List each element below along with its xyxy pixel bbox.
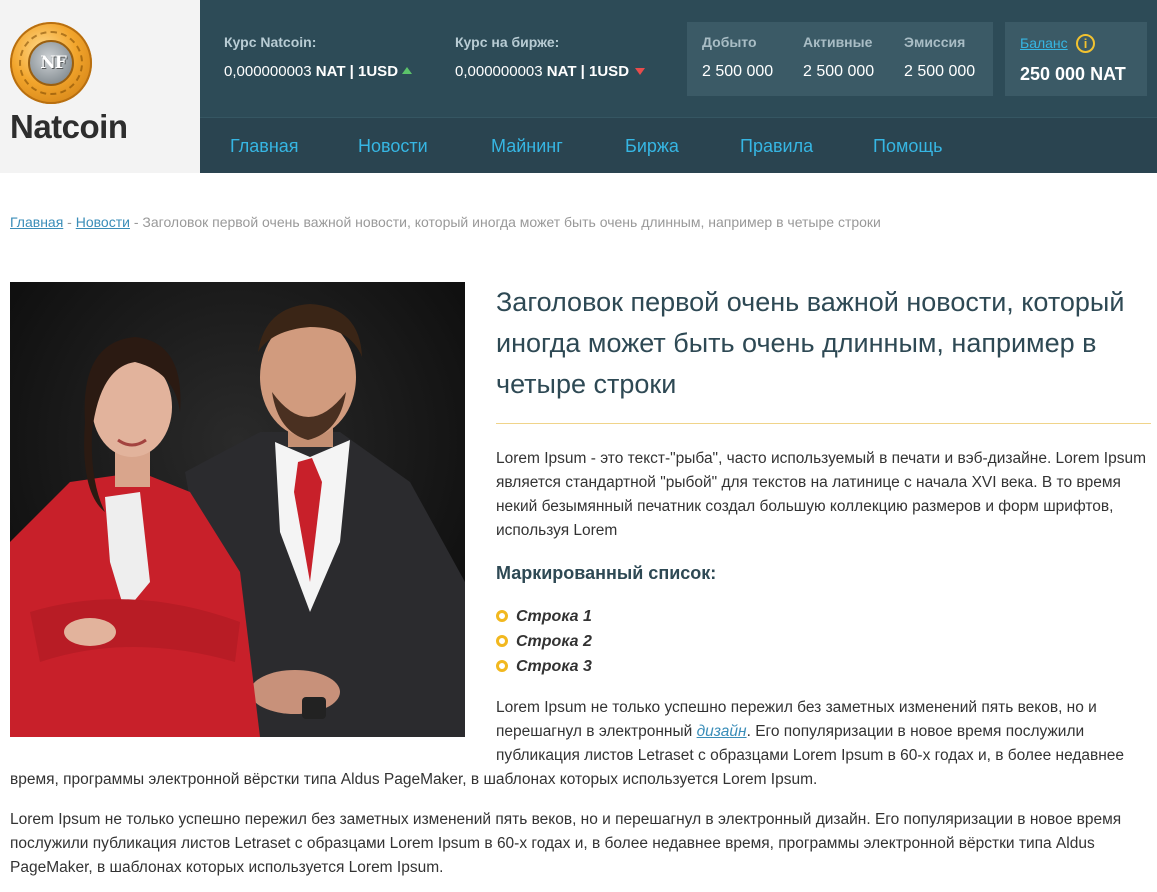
breadcrumb-current: Заголовок первой очень важной новости, к… xyxy=(142,214,881,230)
logo-area[interactable]: NF Natcoin xyxy=(0,0,200,173)
nav-item-home[interactable]: Главная xyxy=(230,136,299,157)
main-nav: Главная Новости Майнинг Биржа Правила По… xyxy=(200,117,1157,173)
bullet-icon xyxy=(496,635,508,647)
article-paragraph-2-continued: время, программы электронной вёрстки тип… xyxy=(10,771,818,788)
article-title: Заголовок первой очень важной новости, к… xyxy=(496,287,1125,399)
list-heading: Маркированный список: xyxy=(496,563,717,583)
nav-item-help[interactable]: Помощь xyxy=(873,136,943,157)
site-header: NF Natcoin Курс Natcoin: 0,000000003 NAT… xyxy=(0,0,1157,173)
list-item: Строка 3 xyxy=(496,654,592,679)
article-image xyxy=(10,282,465,737)
list-item: Строка 2 xyxy=(496,629,592,654)
coin-monogram: NF xyxy=(40,53,67,73)
stat-emission: Эмиссия 2 500 000 xyxy=(904,34,976,80)
breadcrumb-news-link[interactable]: Новости xyxy=(76,214,130,230)
stat-active: Активные 2 500 000 xyxy=(803,34,875,80)
rate-exchange-label: Курс на бирже: xyxy=(455,34,560,50)
bullet-icon xyxy=(496,660,508,672)
article-paragraph-1: Lorem Ipsum - это текст-"рыба", часто ис… xyxy=(496,450,1147,539)
article-paragraph-3: Lorem Ipsum не только успешно пережил бе… xyxy=(10,811,1122,876)
rate-natcoin-value: 0,000000003 NAT | 1USD xyxy=(224,63,413,80)
balance-link[interactable]: Баланс xyxy=(1020,35,1068,51)
balance-box: Баланс i 250 000 NAT xyxy=(1005,22,1147,96)
trend-up-icon xyxy=(402,67,413,74)
article-paragraph-2: Lorem Ipsum не только успешно пережил бе… xyxy=(496,699,1125,764)
bullet-list: Строка 1 Строка 2 Строка 3 xyxy=(496,604,592,679)
business-couple-photo-icon xyxy=(10,282,465,737)
nav-item-news[interactable]: Новости xyxy=(358,136,428,157)
brand-name[interactable]: Natcoin xyxy=(10,108,128,146)
design-link[interactable]: дизайн xyxy=(697,723,747,740)
breadcrumb-home-link[interactable]: Главная xyxy=(10,214,63,230)
list-item: Строка 1 xyxy=(496,604,592,629)
trend-down-icon xyxy=(635,68,646,75)
nav-item-rules[interactable]: Правила xyxy=(740,136,813,157)
stat-mined: Добыто 2 500 000 xyxy=(702,34,774,80)
breadcrumb: Главная - Новости - Заголовок первой оче… xyxy=(10,214,881,230)
natcoin-logo-icon[interactable]: NF xyxy=(10,22,92,104)
rate-exchange: Курс на бирже: 0,000000003 NAT | 1USD xyxy=(455,34,646,80)
coin-stats: Добыто 2 500 000 Активные 2 500 000 Эмис… xyxy=(687,22,993,96)
rate-natcoin-label: Курс Natcoin: xyxy=(224,34,317,50)
nav-item-exchange[interactable]: Биржа xyxy=(625,136,679,157)
balance-value: 250 000 NAT xyxy=(1020,64,1126,84)
info-icon[interactable]: i xyxy=(1076,34,1095,53)
rate-exchange-value: 0,000000003 NAT | 1USD xyxy=(455,63,646,80)
rate-natcoin: Курс Natcoin: 0,000000003 NAT | 1USD xyxy=(224,34,413,80)
title-divider xyxy=(496,423,1151,424)
nav-item-mining[interactable]: Майнинг xyxy=(491,136,563,157)
bullet-icon xyxy=(496,610,508,622)
